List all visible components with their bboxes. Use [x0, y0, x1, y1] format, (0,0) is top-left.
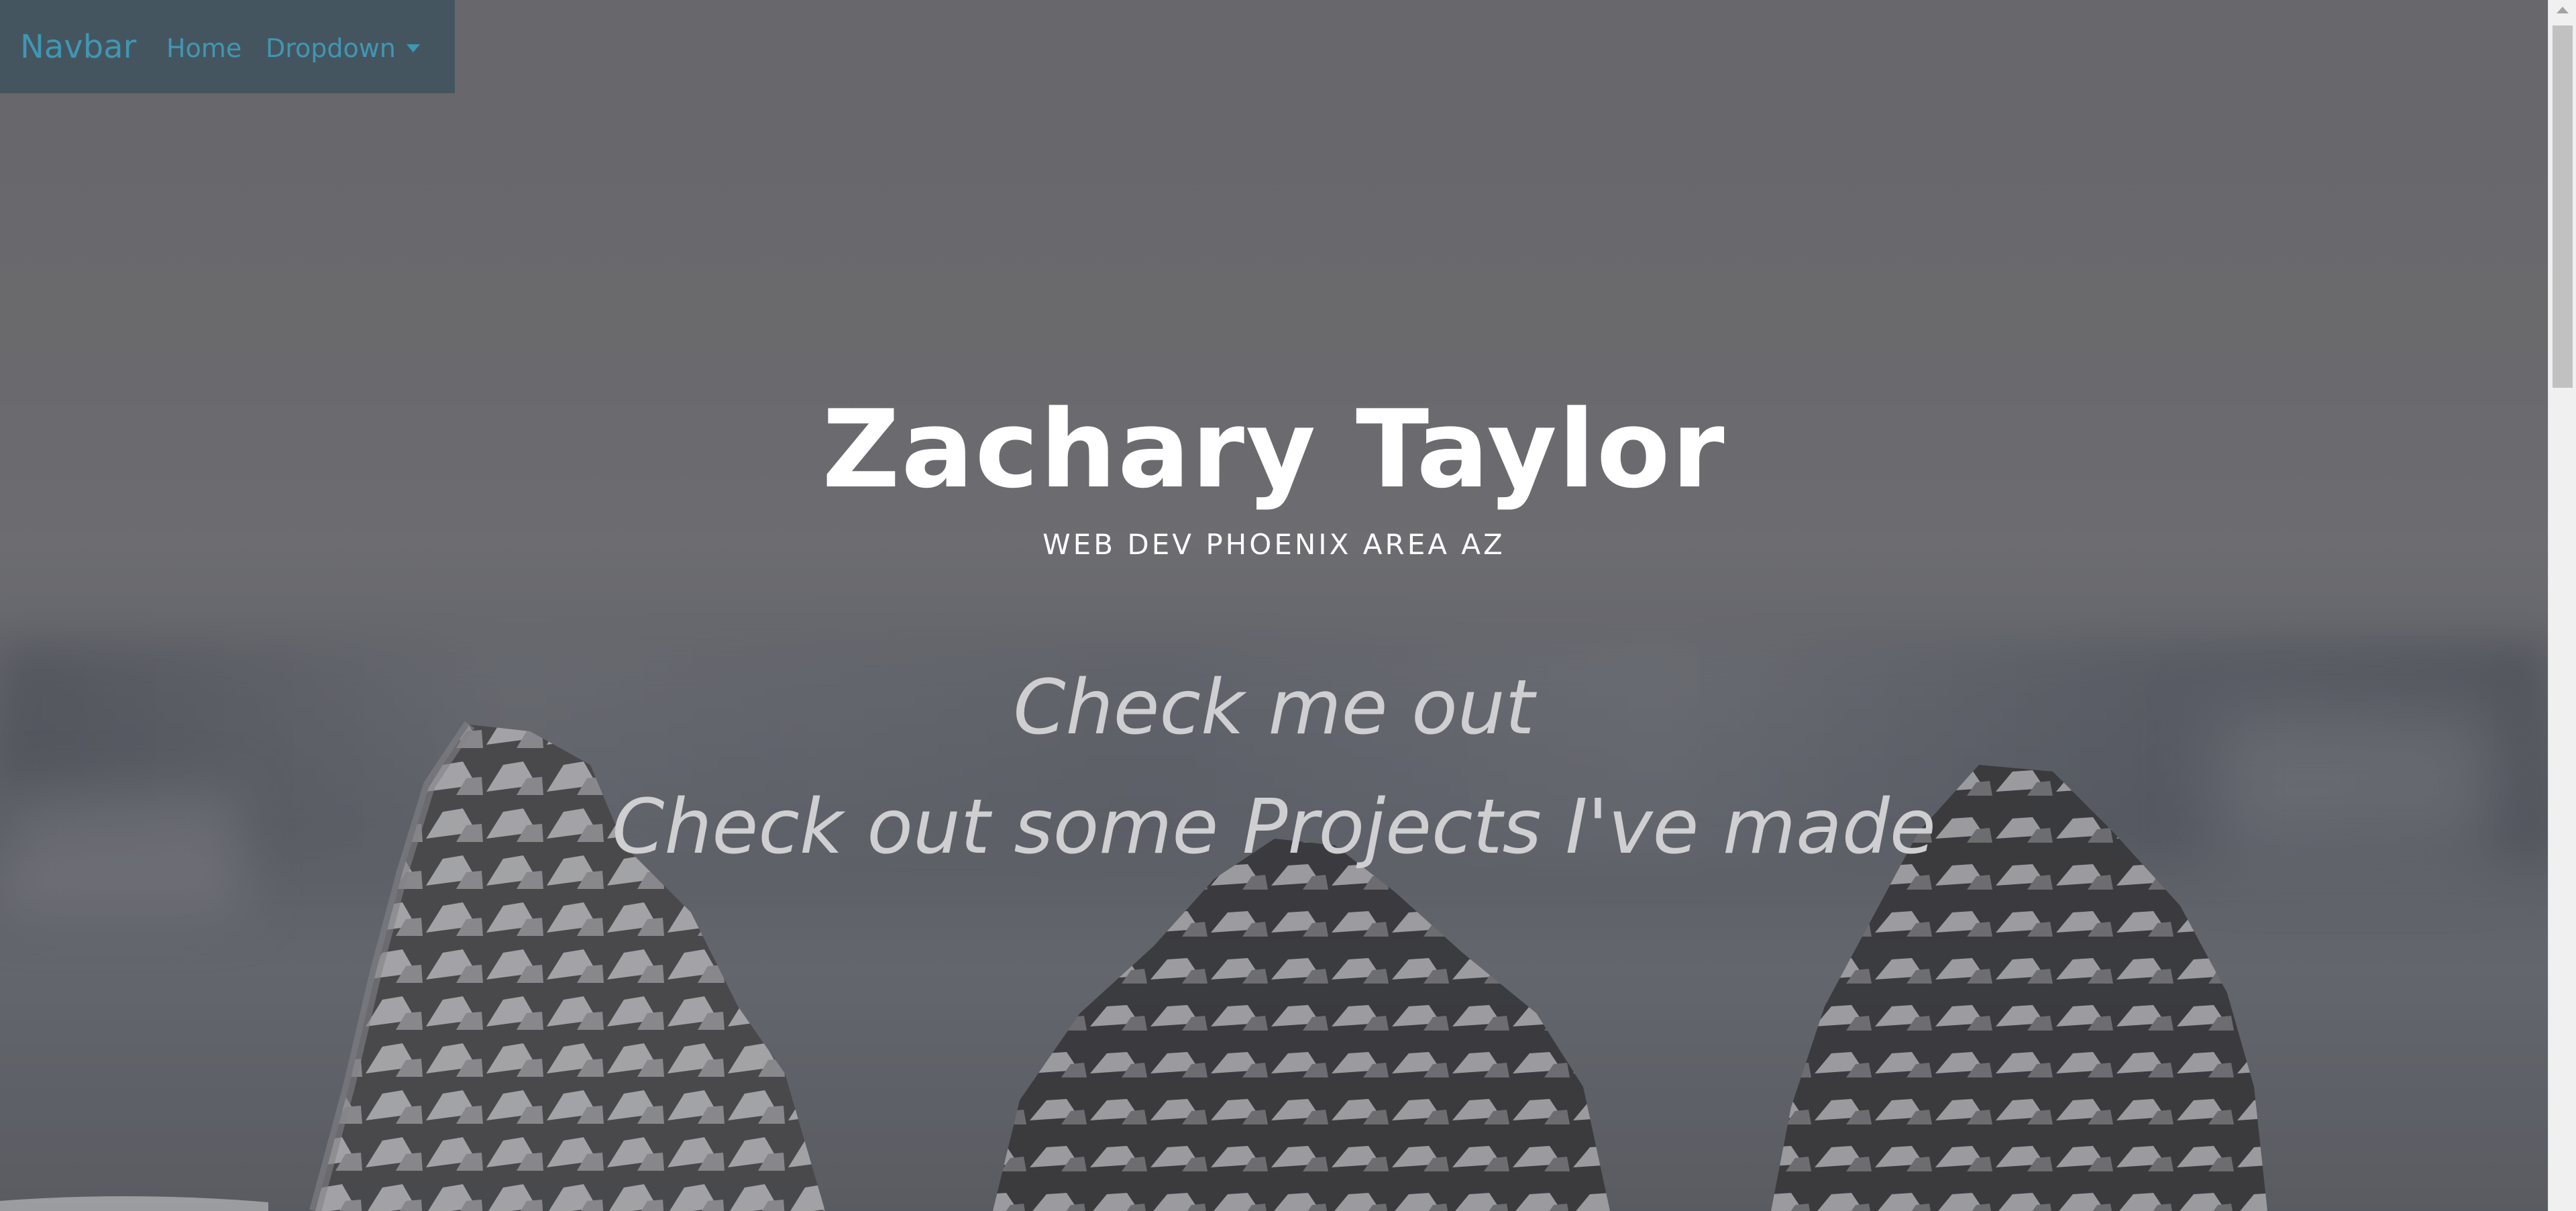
hero-subtitle: WEB DEV PHOENIX AREA AZ	[1042, 528, 1505, 561]
projects-link[interactable]: Check out some Projects I've made	[0, 784, 2548, 871]
hero-background	[0, 0, 2548, 1211]
scrollbar-thumb[interactable]	[2553, 25, 2573, 388]
navbar-brand[interactable]: Navbar	[20, 27, 136, 67]
arrow-up-icon[interactable]	[2557, 7, 2569, 13]
navbar: Navbar Home Dropdown	[0, 0, 455, 93]
nav-link-home[interactable]: Home	[166, 32, 241, 64]
page: Navbar Home Dropdown Zachary Taylor WEB …	[0, 0, 2576, 1211]
nav-link-dropdown[interactable]: Dropdown	[266, 32, 396, 64]
caret-down-icon[interactable]	[407, 44, 420, 52]
check-me-out-link[interactable]: Check me out	[0, 664, 2548, 751]
hero-title: Zachary Taylor	[822, 386, 1726, 512]
pinecones-image	[0, 0, 2548, 1211]
vertical-scrollbar[interactable]	[2548, 0, 2576, 1211]
